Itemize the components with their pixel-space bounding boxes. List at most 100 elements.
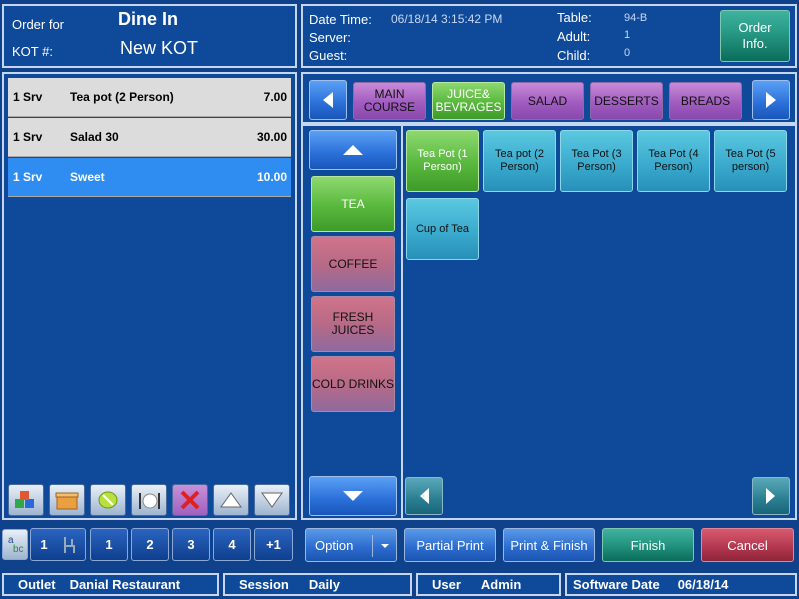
seat-button[interactable]: 1 [30,528,86,561]
void-button[interactable] [172,484,208,516]
item-price: 30.00 [256,130,287,144]
plate-icon [139,493,160,509]
chair-icon [63,536,75,553]
category-juice-bevrages[interactable]: JUICE& BEVRAGES [432,82,505,120]
product-tea-pot-5[interactable]: Tea Pot (5 person) [714,130,787,192]
partial-print-button[interactable]: Partial Print [404,528,496,562]
item-qty: 1 Srv [13,130,43,144]
outlet-label: Outlet [18,577,56,592]
keyboard-icon: abc [8,535,24,555]
kot-value: New KOT [120,38,199,58]
chevron-right-icon [766,92,776,108]
item-qty: 1 Srv [13,170,43,184]
dine-button[interactable] [131,484,167,516]
category-prev-button[interactable] [309,80,347,120]
products-prev-button[interactable] [405,477,443,515]
table-label: Table: [557,10,592,25]
subcategory-cold-drinks[interactable]: COLD DRINKS [311,356,395,412]
subcategory-down-button[interactable] [309,476,397,516]
finish-button[interactable]: Finish [602,528,694,562]
item-qty: 1 Srv [13,90,43,104]
software-date-label: Software Date [573,577,660,592]
product-tea-pot-3[interactable]: Tea Pot (3 Person) [560,130,633,192]
option-dropdown[interactable]: Option [305,528,397,562]
move-up-button[interactable] [213,484,249,516]
keyboard-button[interactable]: a bc [2,529,28,560]
takeaway-button[interactable] [49,484,85,516]
category-next-button[interactable] [752,80,790,120]
product-cup-of-tea[interactable]: Cup of Tea [406,198,479,260]
column-divider [401,126,403,518]
seat-count: 1 [40,537,48,552]
subcategory-up-button[interactable] [309,130,397,170]
datetime-label: Date Time: [309,12,372,27]
arrow-up-icon [220,492,242,508]
category-main-course[interactable]: MAIN COURSE [353,82,426,120]
guest-label: Guest: [309,48,348,63]
order-info-button[interactable]: Order Info. [720,10,790,62]
subcategory-tea[interactable]: TEA [311,176,395,232]
discount-button[interactable] [90,484,126,516]
product-tea-pot-4[interactable]: Tea Pot (4 Person) [637,130,710,192]
move-down-button[interactable] [254,484,290,516]
guest-button-1[interactable]: 1 [90,528,128,561]
item-name: Tea pot (2 Person) [70,90,174,104]
order-items-panel: 1 Srv Tea pot (2 Person) 7.00 1 Srv Sala… [2,72,297,520]
guest-button-2[interactable]: 2 [131,528,169,561]
category-salad[interactable]: SALAD [511,82,584,120]
chevron-up-icon [343,145,363,155]
cancel-button[interactable]: Cancel [701,528,794,562]
order-info-line1: Order [738,20,772,35]
print-finish-button[interactable]: Print & Finish [503,528,595,562]
child-label: Child: [557,48,591,63]
chevron-left-icon [323,92,333,108]
close-icon [180,490,200,510]
item-name: Sweet [70,170,105,184]
category-breads[interactable]: BREADS [669,82,742,120]
adult-value: 1 [624,29,631,41]
subcategory-coffee[interactable]: COFFEE [311,236,395,292]
guest-add-button[interactable]: +1 [254,528,293,561]
order-info-line2: Info. [742,36,768,51]
guest-button-3[interactable]: 3 [172,528,210,561]
lemon-icon [98,491,118,509]
order-type: Dine In [118,9,179,29]
order-for-label: Order for [12,17,65,32]
products-next-button[interactable] [752,477,790,515]
kot-label: KOT #: [12,44,53,59]
category-bar: MAIN COURSE JUICE& BEVRAGES SALAD DESSER… [301,72,797,124]
product-tea-pot-1[interactable]: Tea Pot (1 Person) [406,130,479,192]
table-value: 94-B [624,12,648,24]
dropdown-divider [372,535,373,557]
guest-button-4[interactable]: 4 [213,528,251,561]
session-value: Daily [308,577,340,592]
item-price: 7.00 [263,90,287,104]
server-label: Server: [309,30,351,45]
svg-text:bc: bc [13,544,24,555]
order-details-panel: Date Time: 06/18/14 3:15:42 PM Server: G… [301,4,797,68]
table-row[interactable]: 1 Srv Salad 30 30.00 [8,118,291,157]
status-user: User Admin [416,573,561,596]
chevron-down-icon [343,491,363,501]
table-row[interactable]: 1 Srv Tea pot (2 Person) 7.00 [8,78,291,117]
status-outlet: Outlet Danial Restaurant [2,573,219,596]
chevron-down-icon [381,544,389,548]
option-label: Option [315,537,354,553]
table-row[interactable]: 1 Srv Sweet 10.00 [8,158,291,197]
session-label: Session [239,577,289,592]
box-icon [55,492,79,510]
modifier-button[interactable] [8,484,44,516]
outlet-value: Danial Restaurant [69,577,181,592]
subcategory-fresh-juices[interactable]: FRESH JUICES [311,296,395,352]
chevron-left-icon [420,488,429,504]
chevron-right-icon [766,488,775,504]
item-name: Salad 30 [70,130,119,144]
order-type-panel: Order for Dine In KOT #: New KOT [2,4,297,68]
software-date-value: 06/18/14 [677,577,729,592]
category-desserts[interactable]: DESSERTS [590,82,663,120]
product-tea-pot-2[interactable]: Tea pot (2 Person) [483,130,556,192]
adult-label: Adult: [557,29,591,44]
item-price: 10.00 [256,170,287,184]
menu-panel: TEA COFFEE FRESH JUICES COLD DRINKS Tea … [301,124,797,520]
status-software-date: Software Date 06/18/14 [565,573,797,596]
